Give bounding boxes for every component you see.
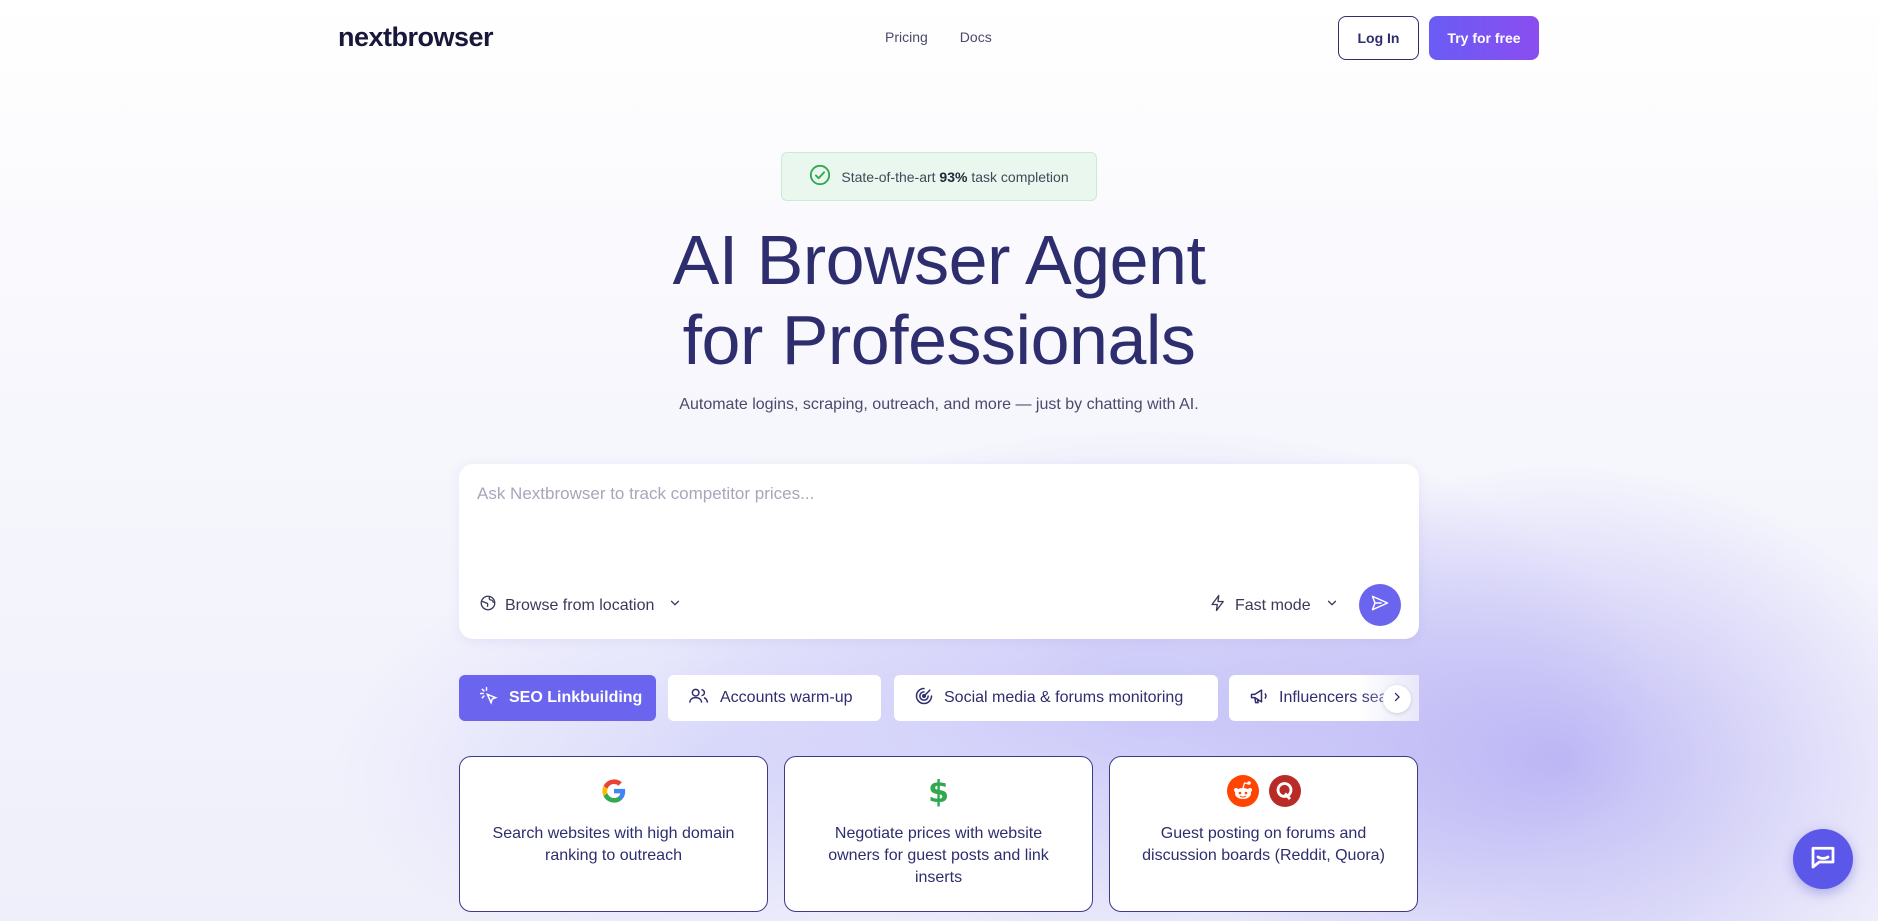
hero-title: AI Browser Agent for Professionals [0, 220, 1878, 380]
chat-icon [1808, 842, 1838, 877]
tab-seo-linkbuilding[interactable]: SEO Linkbuilding [459, 675, 656, 721]
chevron-down-icon [668, 596, 682, 615]
card-icons: $ [785, 777, 1092, 809]
tab-label: Social media & forums monitoring [944, 689, 1184, 706]
fast-mode-dropdown[interactable]: Fast mode [1209, 594, 1339, 617]
task-completion-badge: State-of-the-art 93% task completion [781, 152, 1097, 201]
quora-icon [1268, 774, 1301, 812]
badge-text: State-of-the-art 93% task completion [841, 169, 1068, 185]
hero-title-line-1: AI Browser Agent [672, 221, 1206, 299]
dollar-icon: $ [928, 775, 949, 810]
reddit-icon [1226, 774, 1259, 812]
tabs-scroll-right-button[interactable] [1383, 685, 1411, 713]
card-text: Search websites with high domain ranking… [492, 825, 735, 864]
badge-prefix: State-of-the-art [841, 168, 936, 185]
top-nav: Pricing Docs [885, 29, 992, 45]
tab-social-media-monitoring[interactable]: Social media & forums monitoring [894, 675, 1218, 721]
chevron-down-icon [1325, 596, 1339, 615]
use-case-card-guest-posting[interactable]: Guest posting on forums and discussion b… [1109, 756, 1418, 912]
browse-location-dropdown[interactable]: Browse from location [479, 594, 682, 617]
use-case-card-negotiate[interactable]: $ Negotiate prices with website owners f… [784, 756, 1093, 912]
google-icon [600, 777, 628, 810]
login-button[interactable]: Log In [1338, 16, 1419, 60]
nav-pricing-link[interactable]: Pricing [885, 29, 928, 45]
prompt-box: Browse from location Fast mode [459, 464, 1419, 639]
try-for-free-button[interactable]: Try for free [1429, 16, 1539, 60]
page: nextbrowser Pricing Docs Log In Try for … [0, 0, 1878, 921]
radar-icon [914, 686, 934, 711]
chevron-right-icon [1391, 690, 1403, 708]
tab-accounts-warm-up[interactable]: Accounts warm-up [668, 675, 881, 721]
lightning-icon [1209, 594, 1227, 617]
megaphone-icon [1249, 686, 1269, 711]
users-icon [688, 686, 710, 711]
globe-icon [479, 594, 497, 617]
card-text: Guest posting on forums and discussion b… [1142, 825, 1385, 864]
logo[interactable]: nextbrowser [338, 22, 494, 53]
fast-mode-label: Fast mode [1235, 596, 1311, 614]
prompt-input[interactable] [477, 484, 1397, 544]
nav-docs-link[interactable]: Docs [960, 29, 992, 45]
hero-title-line-2: for Professionals [682, 301, 1196, 379]
card-icons [460, 777, 767, 809]
use-case-card-search[interactable]: Search websites with high domain ranking… [459, 756, 768, 912]
badge-highlight: 93% [939, 168, 968, 185]
card-icons [1110, 774, 1417, 812]
tab-label: Accounts warm-up [720, 689, 853, 706]
send-icon [1370, 593, 1390, 618]
badge-suffix: task completion [971, 168, 1069, 185]
check-badge-icon [809, 164, 831, 189]
tab-label: SEO Linkbuilding [509, 689, 643, 706]
hero-subtitle: Automate logins, scraping, outreach, and… [679, 396, 1199, 413]
browse-location-label: Browse from location [505, 596, 655, 614]
card-text: Negotiate prices with website owners for… [828, 825, 1049, 886]
send-button[interactable] [1359, 584, 1401, 626]
cursor-click-icon [479, 686, 499, 711]
chat-widget-button[interactable] [1793, 829, 1853, 889]
use-case-tabs: SEO Linkbuilding Accounts warm-up Social… [459, 675, 1419, 721]
